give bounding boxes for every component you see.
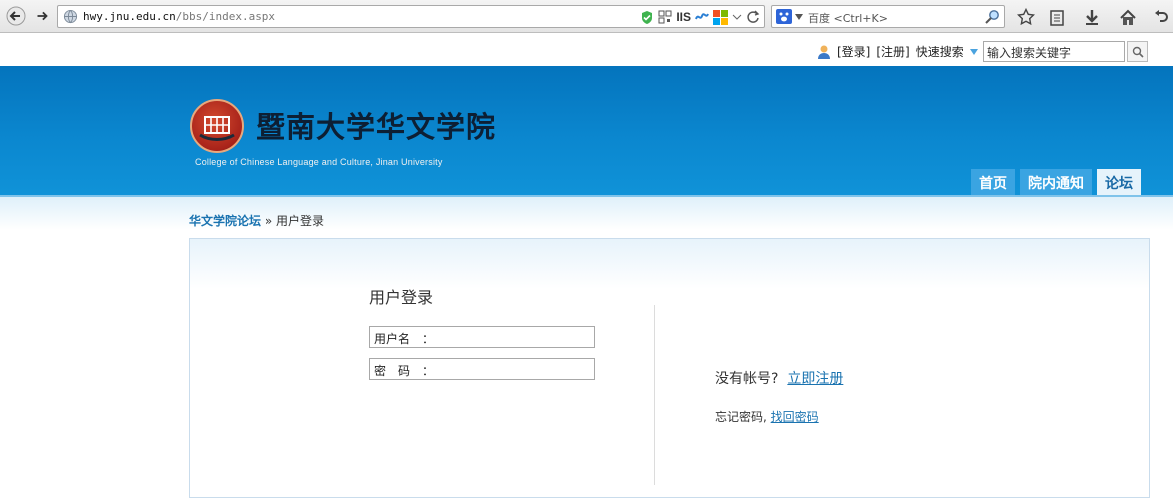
- clipboard-icon: [1050, 9, 1064, 26]
- reload-icon[interactable]: [746, 10, 760, 24]
- quick-search-button[interactable]: [1127, 41, 1148, 62]
- back-button[interactable]: [5, 5, 27, 27]
- site-banner: 暨南大学华文学院 College of Chinese Language and…: [0, 66, 1173, 197]
- panel-divider: [654, 305, 655, 485]
- engine-dropdown-icon[interactable]: [795, 14, 803, 20]
- baidu-paw-icon[interactable]: [776, 9, 792, 24]
- bookmarks-menu-button[interactable]: [1046, 6, 1068, 28]
- login-panel: [189, 238, 1150, 498]
- chevron-down-icon[interactable]: [732, 12, 742, 22]
- address-bar[interactable]: hwy.jnu.edu.cn/bbs/index.aspx IIS: [57, 5, 765, 28]
- nav-notices[interactable]: 院内通知: [1020, 169, 1092, 197]
- college-logo-icon[interactable]: [190, 99, 244, 153]
- forgot-password-row: 忘记密码, 找回密码: [715, 408, 819, 425]
- password-label: 密 码 ：: [374, 364, 435, 378]
- username-label: 用户名 ：: [374, 332, 435, 346]
- no-account-text: 没有帐号?: [715, 371, 779, 387]
- username-field[interactable]: 用户名 ：: [369, 326, 595, 348]
- login-title: 用户登录: [369, 288, 434, 307]
- register-link[interactable]: [注册]: [876, 43, 909, 60]
- bookmark-star-button[interactable]: [1015, 6, 1037, 28]
- nav-forum[interactable]: 论坛: [1097, 169, 1141, 197]
- iis-badge: IIS: [676, 10, 691, 24]
- qr-code-icon[interactable]: [658, 10, 672, 24]
- main-nav: 首页 院内通知 论坛: [971, 169, 1141, 197]
- recover-password-link[interactable]: 找回密码: [771, 410, 819, 424]
- globe-icon: [63, 9, 78, 24]
- search-bar[interactable]: 百度 <Ctrl+K>: [771, 5, 1005, 28]
- browser-toolbar: hwy.jnu.edu.cn/bbs/index.aspx IIS 百度 <Ct…: [0, 0, 1173, 33]
- password-field[interactable]: 密 码 ：: [369, 358, 595, 380]
- windows-logo-icon: [713, 9, 728, 25]
- quick-search-input[interactable]: 输入搜索关键字: [983, 41, 1125, 62]
- login-link[interactable]: [登录]: [837, 43, 870, 60]
- forward-arrow-icon: [37, 11, 48, 21]
- content-top-fade: [0, 197, 1173, 230]
- shield-icon[interactable]: [640, 10, 654, 25]
- site-title: 暨南大学华文学院: [256, 110, 497, 144]
- wave-icon: [695, 13, 709, 20]
- quick-search-label[interactable]: 快速搜索: [916, 43, 964, 60]
- nav-home[interactable]: 首页: [971, 169, 1015, 197]
- breadcrumb-current: 用户登录: [276, 214, 325, 228]
- search-icon: [1132, 46, 1144, 58]
- breadcrumb-separator: »: [264, 214, 273, 228]
- forgot-text: 忘记密码,: [715, 410, 767, 424]
- register-now-link[interactable]: 立即注册: [787, 371, 843, 387]
- magnifier-icon[interactable]: [985, 9, 1000, 24]
- no-account-row: 没有帐号? 立即注册: [715, 368, 843, 388]
- home-button[interactable]: [1117, 6, 1139, 28]
- undo-arrow-icon: [1155, 10, 1168, 22]
- star-icon: [1017, 8, 1035, 26]
- site-subtitle: College of Chinese Language and Culture,…: [195, 157, 443, 167]
- forward-button[interactable]: [31, 5, 53, 27]
- search-placeholder: 百度 <Ctrl+K>: [808, 12, 888, 25]
- home-icon: [1120, 9, 1136, 25]
- undo-button[interactable]: [1150, 6, 1172, 28]
- caret-down-icon[interactable]: [969, 48, 978, 55]
- back-arrow-icon: [6, 6, 26, 26]
- breadcrumb-forum-link[interactable]: 华文学院论坛: [189, 214, 261, 228]
- url-text: hwy.jnu.edu.cn/bbs/index.aspx: [83, 10, 276, 23]
- download-arrow-icon: [1086, 9, 1098, 25]
- breadcrumb: 华文学院论坛 » 用户登录: [189, 212, 324, 229]
- downloads-button[interactable]: [1081, 6, 1103, 28]
- site-top-bar: [登录] [注册] 快速搜索 输入搜索关键字: [0, 33, 1173, 66]
- user-icon: [818, 45, 830, 59]
